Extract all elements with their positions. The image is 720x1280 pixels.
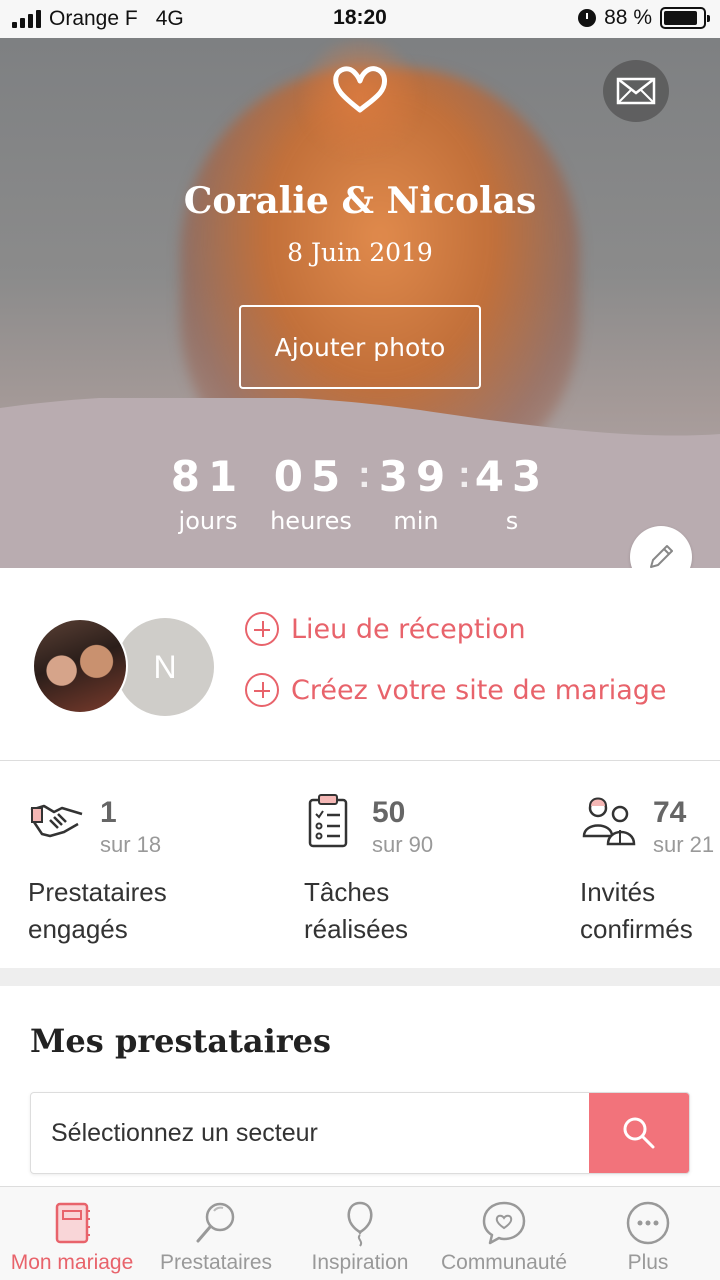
- partner-initial: N: [153, 648, 177, 685]
- tab-label: Inspiration: [311, 1251, 409, 1274]
- stat-tasks[interactable]: 50 sur 90 Tâches réalisées: [304, 762, 594, 968]
- stat-vendors-label: Prestataires engagés: [28, 874, 167, 948]
- couple-section: N Lieu de réception Créez votre site de …: [0, 568, 720, 761]
- tab-label: Prestataires: [159, 1251, 273, 1274]
- stat-vendors-count: 1: [100, 796, 117, 829]
- battery-percent: 88 %: [604, 6, 652, 29]
- tab-communaute[interactable]: Communauté: [432, 1187, 576, 1280]
- alarm-icon: [578, 9, 597, 27]
- tab-bar: Mon mariage Prestataires Inspiration Com…: [0, 1186, 720, 1280]
- stat-tasks-count: 50: [372, 796, 406, 829]
- stat-vendors-label-line2: engagés: [28, 914, 128, 944]
- planner-book-icon: [55, 1202, 90, 1244]
- tab-inspiration[interactable]: Inspiration: [288, 1187, 432, 1280]
- mail-icon: [616, 77, 656, 105]
- battery-icon: [660, 7, 710, 29]
- add-venue-link[interactable]: Lieu de réception: [245, 612, 526, 646]
- avatar[interactable]: [32, 618, 128, 714]
- tab-label: Communauté: [440, 1251, 568, 1274]
- plus-circle-icon: [245, 673, 279, 707]
- tab-label: Plus: [627, 1251, 669, 1274]
- stat-guests-label-line1: Invités: [580, 877, 656, 907]
- stat-vendors[interactable]: 1 sur 18 Prestataires engagés: [28, 762, 318, 968]
- countdown-hours: 05 heures: [270, 452, 352, 535]
- balloon-icon: [347, 1201, 373, 1247]
- sector-search: Sélectionnez un secteur: [30, 1092, 690, 1174]
- search-button[interactable]: [589, 1093, 689, 1173]
- create-website-link[interactable]: Créez votre site de mariage: [245, 673, 667, 707]
- countdown-days-value: 81: [170, 452, 246, 501]
- countdown-days: 81 jours: [168, 452, 248, 535]
- pencil-icon: [650, 545, 673, 568]
- countdown-seconds: 43 s: [474, 452, 550, 535]
- stat-guests-label-line2: confirmés: [580, 914, 693, 944]
- countdown-hours-value: 05: [273, 452, 349, 501]
- stat-guests[interactable]: 74 sur 21 Invités confirmés: [580, 762, 720, 968]
- battery-fill: [664, 11, 698, 25]
- stat-tasks-label: Tâches réalisées: [304, 874, 408, 948]
- wedding-date: 8 Juin 2019: [287, 238, 433, 267]
- sector-select[interactable]: Sélectionnez un secteur: [51, 1093, 318, 1173]
- section-divider: [0, 968, 720, 986]
- providers-section: Mes prestataires Sélectionnez un secteur: [0, 986, 720, 1186]
- checklist-icon: [308, 794, 348, 848]
- search-icon: [623, 1117, 655, 1149]
- countdown-minutes-label: min: [393, 507, 439, 535]
- tab-plus[interactable]: Plus: [576, 1187, 720, 1280]
- mail-button[interactable]: [603, 60, 669, 122]
- handshake-icon: [30, 804, 83, 838]
- add-photo-button[interactable]: Ajouter photo: [239, 305, 481, 389]
- status-right: 88 %: [578, 6, 710, 30]
- section-title: Mes prestataires: [30, 1022, 331, 1060]
- magnifier-icon: [196, 1202, 235, 1243]
- stat-guests-total: sur 21: [653, 832, 715, 857]
- heart-icon: [333, 66, 387, 113]
- countdown: 81 jours 05 heures : 39 min : 43 s: [0, 452, 720, 535]
- stat-tasks-label-line2: réalisées: [304, 914, 409, 944]
- partner-avatar[interactable]: N: [116, 618, 214, 716]
- create-website-label: Créez votre site de mariage: [291, 674, 667, 706]
- stat-tasks-label-line1: Tâches: [304, 877, 390, 907]
- stats-row: 1 sur 18 Prestataires engagés 50 sur 90 …: [0, 762, 720, 968]
- countdown-separator: :: [458, 454, 471, 496]
- add-venue-label: Lieu de réception: [291, 613, 526, 645]
- chat-heart-icon: [482, 1201, 526, 1245]
- couple-names: Coralie & Nicolas: [183, 180, 537, 222]
- stat-tasks-total: sur 90: [372, 832, 434, 857]
- stat-guests-count: 74: [653, 796, 687, 829]
- tab-label: Mon mariage: [10, 1251, 134, 1274]
- tab-prestataires[interactable]: Prestataires: [144, 1187, 288, 1280]
- stat-vendors-label-line1: Prestataires: [28, 877, 167, 907]
- plus-circle-icon: [245, 612, 279, 646]
- countdown-seconds-value: 43: [474, 452, 550, 501]
- hero-banner: Coralie & Nicolas 8 Juin 2019 Ajouter ph…: [0, 38, 720, 568]
- countdown-days-label: jours: [178, 507, 238, 535]
- countdown-hours-label: heures: [270, 507, 352, 535]
- countdown-seconds-label: s: [505, 507, 519, 535]
- countdown-separator: :: [358, 454, 371, 496]
- stat-vendors-total: sur 18: [100, 832, 162, 857]
- tab-mon-mariage[interactable]: Mon mariage: [0, 1187, 144, 1280]
- countdown-minutes: 39 min: [376, 452, 456, 535]
- stat-guests-label: Invités confirmés: [580, 874, 693, 948]
- status-bar: Orange F 4G 18:20 88 %: [0, 0, 720, 38]
- countdown-minutes-value: 39: [378, 452, 454, 501]
- guests-icon: [582, 797, 636, 846]
- more-dots-icon: [626, 1201, 670, 1245]
